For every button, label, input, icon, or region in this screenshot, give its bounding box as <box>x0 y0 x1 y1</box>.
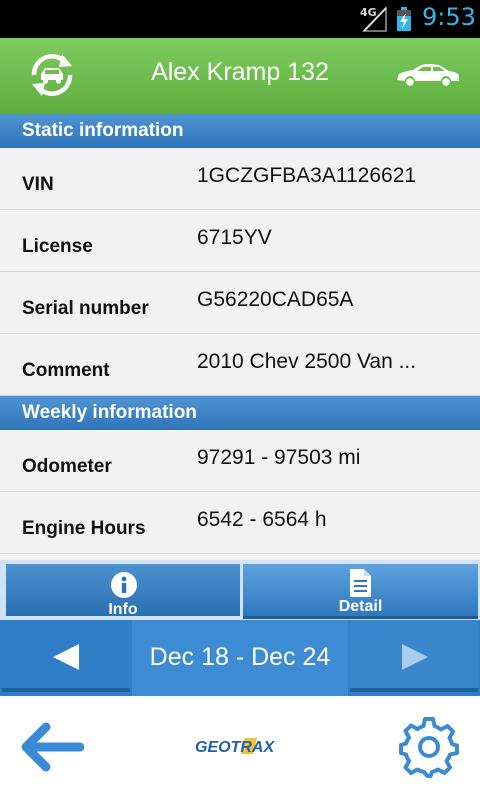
row-label: Serial number <box>22 298 149 319</box>
row-value: 6715YV <box>197 226 272 249</box>
info-row-serial-number: Serial number G56220CAD65A <box>0 272 480 334</box>
row-label: Engine Hours <box>22 518 146 539</box>
battery-icon <box>396 7 412 31</box>
car-icon[interactable] <box>395 62 461 88</box>
logo-text: GEOTRAX <box>195 739 275 756</box>
status-bar: 4G 9:53 <box>0 0 480 38</box>
row-value: 1GCZGFBA3A1126621 <box>197 164 417 187</box>
row-label: Odometer <box>22 456 112 477</box>
vehicle-sync-icon[interactable] <box>26 45 78 105</box>
info-row-engine-hours: Engine Hours 6542 - 6564 h <box>0 492 480 554</box>
row-value: G56220CAD65A <box>197 288 354 311</box>
settings-gear-icon[interactable] <box>398 716 460 778</box>
tab-detail-label: Detail <box>338 598 383 615</box>
arrow-right-icon <box>402 644 428 670</box>
info-row-comment: Comment 2010 Chev 2500 Van ... <box>0 334 480 396</box>
row-value: 6542 - 6564 h <box>197 508 327 531</box>
date-range-label: Dec 18 - Dec 24 <box>132 620 348 696</box>
info-icon <box>111 572 137 598</box>
tab-info-label: Info <box>108 601 138 618</box>
info-row-odometer: Odometer 97291 - 97503 mi <box>0 430 480 492</box>
date-navigation: Dec 18 - Dec 24 <box>0 620 480 696</box>
weekly-section-header: Weekly information <box>0 396 480 430</box>
tab-detail[interactable]: Detail <box>243 564 478 619</box>
geotrax-logo: GEOTRAX <box>195 736 291 756</box>
network-signal-icon: 4G <box>360 6 388 32</box>
static-section-header: Static information <box>0 114 480 148</box>
back-arrow-icon[interactable] <box>18 722 85 772</box>
app-bar: Alex Kramp 132 <box>0 38 480 114</box>
tab-bar: Info Detail <box>0 560 480 620</box>
bottom-toolbar: GEOTRAX <box>0 696 480 800</box>
previous-week-button[interactable] <box>2 620 130 692</box>
row-label: VIN <box>22 174 54 195</box>
row-label: License <box>22 236 93 257</box>
vehicle-info-list[interactable]: Static information VIN 1GCZGFBA3A1126621… <box>0 114 480 560</box>
row-value: 97291 - 97503 mi <box>197 446 361 469</box>
next-week-button[interactable] <box>350 620 478 692</box>
row-value: 2010 Chev 2500 Van ... <box>197 350 417 373</box>
page-title: Alex Kramp 132 <box>151 58 329 86</box>
info-row-vin: VIN 1GCZGFBA3A1126621 <box>0 148 480 210</box>
info-row-license: License 6715YV <box>0 210 480 272</box>
tab-info[interactable]: Info <box>6 564 240 619</box>
document-icon <box>350 569 371 597</box>
row-label: Comment <box>22 360 110 381</box>
status-time: 9:53 <box>422 3 476 31</box>
arrow-left-icon <box>53 644 79 670</box>
